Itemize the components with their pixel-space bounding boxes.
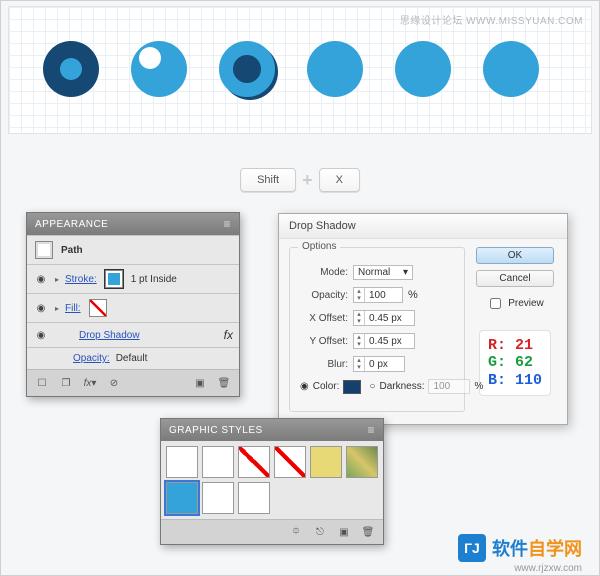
new-icon[interactable]: ▣ xyxy=(193,376,207,390)
sample-circle-2 xyxy=(131,41,187,97)
path-thumb-icon xyxy=(35,241,53,259)
visibility-eye-icon[interactable]: ◉ xyxy=(33,303,49,314)
panel-menu-icon[interactable]: ≡ xyxy=(223,217,231,231)
blur-input[interactable]: ▴▾ 0 px xyxy=(353,356,405,372)
step-up-icon: ▴ xyxy=(354,288,364,295)
darkness-radio[interactable]: ○ Darkness: 100 % xyxy=(369,379,483,394)
stroke-swatch[interactable] xyxy=(105,270,123,288)
cancel-button[interactable]: Cancel xyxy=(476,270,554,287)
style-swatch[interactable] xyxy=(310,446,342,478)
panel-menu-icon[interactable]: ≡ xyxy=(367,423,375,437)
sample-circle-4 xyxy=(307,41,363,97)
blur-label: Blur: xyxy=(300,359,348,370)
watermark-top: 思缘设计论坛 WWW.MISSYUAN.COM xyxy=(400,12,583,27)
opacity-value: Default xyxy=(116,353,148,364)
brand-text-a: 软件 xyxy=(492,539,528,559)
style-swatch[interactable] xyxy=(238,446,270,478)
sample-circle-1 xyxy=(43,41,99,97)
graphic-styles-footer: ⯐ ⎋ ▣ 🗑 xyxy=(161,519,383,544)
percent-suffix: % xyxy=(408,289,418,301)
step-down-icon: ▾ xyxy=(354,295,364,302)
appearance-row-fill[interactable]: ◉ ▸ Fill: xyxy=(27,293,239,322)
radio-off-icon: ○ xyxy=(369,381,375,392)
ok-button[interactable]: OK xyxy=(476,247,554,264)
color-radio[interactable]: ◉ Color: xyxy=(300,380,361,394)
appearance-panel-footer: ☐ ❐ fx▾ ⊘ ▣ 🗑 xyxy=(27,369,239,396)
style-swatch[interactable] xyxy=(238,482,270,514)
drop-shadow-dialog: Drop Shadow Options Mode: Normal▾ Opacit… xyxy=(278,213,568,425)
fx-icon[interactable]: fx xyxy=(224,328,233,342)
fill-link[interactable]: Fill: xyxy=(65,303,81,314)
sample-circle-6 xyxy=(483,41,539,97)
visibility-eye-icon[interactable]: ◉ xyxy=(33,274,49,285)
graphic-styles-panel: GRAPHIC STYLES ≡ ⯐ ⎋ ▣ 🗑 xyxy=(160,418,384,545)
graphic-styles-header[interactable]: GRAPHIC STYLES ≡ xyxy=(161,419,383,441)
sample-circle-3 xyxy=(219,41,275,97)
mode-select[interactable]: Normal▾ xyxy=(353,265,413,280)
key-x: X xyxy=(319,168,360,192)
artboard-grid: 思缘设计论坛 WWW.MISSYUAN.COM xyxy=(8,6,592,134)
brand-url: www.rjzxw.com xyxy=(514,563,582,574)
appearance-row-opacity[interactable]: Opacity: Default xyxy=(27,347,239,369)
style-swatch-selected[interactable] xyxy=(166,482,198,514)
disclosure-triangle-icon[interactable]: ▸ xyxy=(55,304,59,313)
path-label: Path xyxy=(61,245,83,256)
preview-checkbox-input[interactable] xyxy=(490,298,501,309)
opacity-label: Opacity: xyxy=(300,290,348,301)
dialog-title: Drop Shadow xyxy=(279,214,567,239)
brand-logo: ГJ 软件自学网 xyxy=(458,534,582,562)
radio-on-icon: ◉ xyxy=(300,381,309,392)
appearance-panel: APPEARANCE ≡ Path ◉ ▸ Stroke: 1 pt Insid… xyxy=(26,212,240,397)
stroke-link[interactable]: Stroke: xyxy=(65,274,97,285)
xoffset-label: X Offset: xyxy=(300,313,348,324)
graphic-styles-grid xyxy=(161,441,383,519)
preview-checkbox[interactable]: Preview xyxy=(486,295,544,312)
keyboard-shortcut-hint: Shift + X xyxy=(240,168,360,192)
options-legend: Options xyxy=(298,241,340,252)
darkness-input: 100 xyxy=(428,379,470,394)
appearance-title: APPEARANCE xyxy=(35,219,108,230)
stroke-value[interactable]: 1 pt Inside xyxy=(131,274,177,285)
library-icon[interactable]: ⯐ xyxy=(289,525,303,539)
appearance-row-drop-shadow[interactable]: ◉ Drop Shadow fx xyxy=(27,322,239,347)
appearance-panel-header[interactable]: APPEARANCE ≡ xyxy=(27,213,239,235)
style-swatch[interactable] xyxy=(202,482,234,514)
key-shift: Shift xyxy=(240,168,296,192)
no-fill-icon[interactable]: ☐ xyxy=(35,376,49,390)
opacity-input[interactable]: ▴▾ 100 xyxy=(353,287,403,303)
break-link-icon[interactable]: ⎋ xyxy=(313,525,327,539)
mode-label: Mode: xyxy=(300,267,348,278)
drop-shadow-link[interactable]: Drop Shadow xyxy=(79,330,140,341)
rgb-readout: R: 21 G: 62 B: 110 xyxy=(479,330,551,396)
trash-icon[interactable]: 🗑 xyxy=(361,525,375,539)
xoffset-input[interactable]: ▴▾ 0.45 px xyxy=(353,310,415,326)
yoffset-input[interactable]: ▴▾ 0.45 px xyxy=(353,333,415,349)
options-fieldset: Options Mode: Normal▾ Opacity: ▴▾ 100 % … xyxy=(289,247,465,412)
visibility-eye-icon[interactable]: ◉ xyxy=(33,330,49,341)
duplicate-icon[interactable]: ❐ xyxy=(59,376,73,390)
style-swatch[interactable] xyxy=(166,446,198,478)
style-swatch[interactable] xyxy=(346,446,378,478)
fx-menu-icon[interactable]: fx▾ xyxy=(83,376,97,390)
appearance-row-path[interactable]: Path xyxy=(27,235,239,264)
trash-icon[interactable]: 🗑 xyxy=(217,376,231,390)
brand-icon: ГJ xyxy=(458,534,486,562)
new-style-icon[interactable]: ▣ xyxy=(337,525,351,539)
style-swatch[interactable] xyxy=(274,446,306,478)
plus-icon: + xyxy=(302,170,313,191)
chevron-down-icon: ▾ xyxy=(403,267,408,278)
clear-icon[interactable]: ⊘ xyxy=(107,376,121,390)
disclosure-triangle-icon[interactable]: ▸ xyxy=(55,275,59,284)
graphic-styles-title: GRAPHIC STYLES xyxy=(169,425,263,436)
yoffset-label: Y Offset: xyxy=(300,336,348,347)
appearance-row-stroke[interactable]: ◉ ▸ Stroke: 1 pt Inside xyxy=(27,264,239,293)
opacity-link[interactable]: Opacity: xyxy=(73,353,110,364)
shadow-color-swatch[interactable] xyxy=(343,380,361,394)
sample-circle-5 xyxy=(395,41,451,97)
fill-none-swatch[interactable] xyxy=(89,299,107,317)
brand-text-b: 自学网 xyxy=(528,539,582,559)
style-swatch[interactable] xyxy=(202,446,234,478)
